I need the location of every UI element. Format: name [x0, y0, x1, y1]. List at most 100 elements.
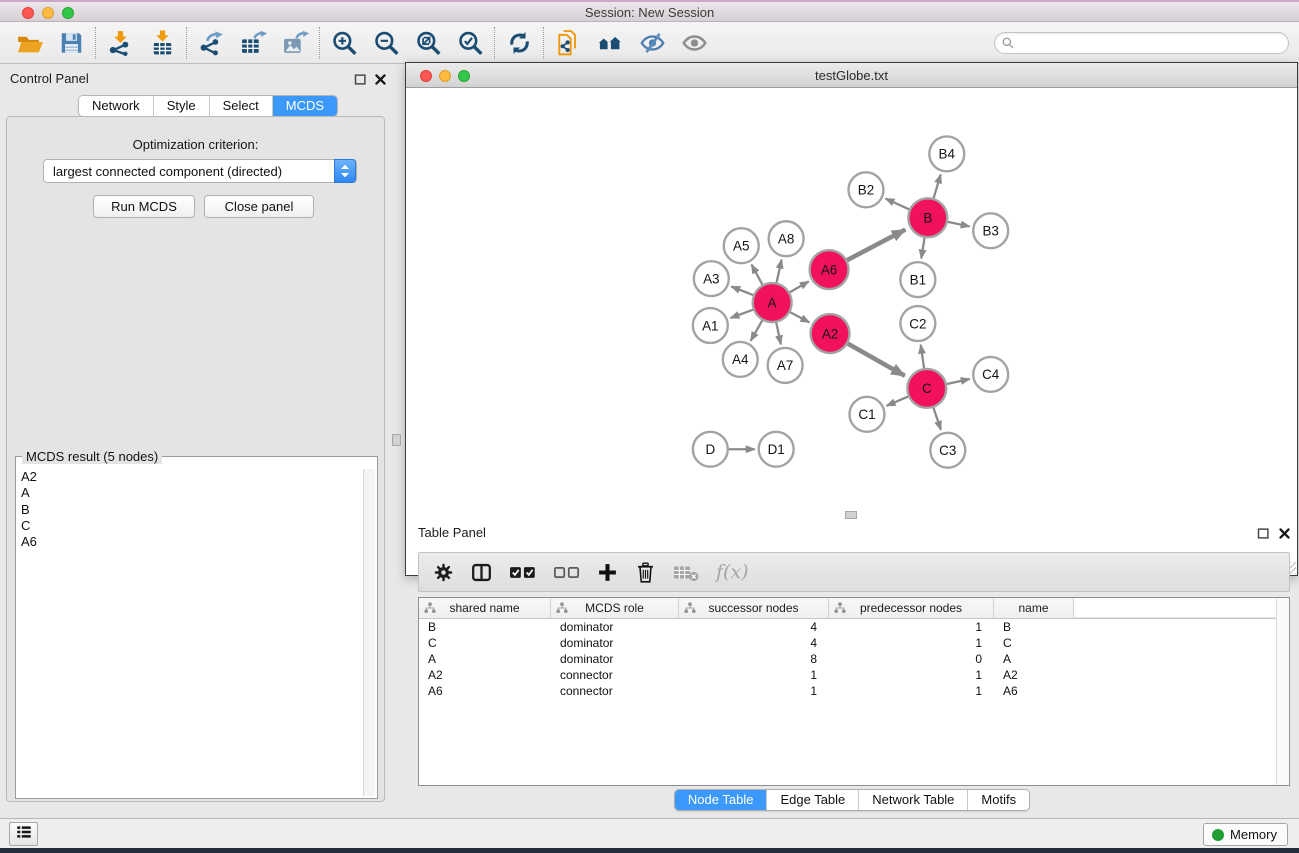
refresh-view-icon[interactable]: [498, 26, 540, 60]
graph-edge-A-A6[interactable]: [790, 281, 809, 292]
tab-node-table[interactable]: Node Table: [675, 790, 768, 810]
tab-select[interactable]: Select: [210, 96, 273, 116]
graph-edge-A6-B[interactable]: [847, 230, 905, 261]
export-network-icon[interactable]: [190, 26, 232, 60]
graph-node-A6[interactable]: A6: [810, 250, 849, 289]
select-all-checkboxes-icon[interactable]: [509, 559, 536, 585]
vertical-divider-handle[interactable]: [392, 434, 401, 446]
close-table-panel-icon[interactable]: [1277, 526, 1292, 541]
tab-motifs[interactable]: Motifs: [968, 790, 1029, 810]
zoom-fit-icon[interactable]: [407, 26, 449, 60]
cell-shared-name[interactable]: B: [419, 619, 551, 635]
tab-mcds[interactable]: MCDS: [273, 96, 337, 116]
result-item[interactable]: C: [18, 518, 361, 534]
graph-node-A8[interactable]: A8: [769, 221, 804, 256]
cell-successor-nodes[interactable]: 8: [679, 651, 829, 667]
graph-node-A5[interactable]: A5: [724, 228, 759, 263]
cell-successor-nodes[interactable]: 1: [679, 683, 829, 699]
graph-node-C4[interactable]: C4: [973, 357, 1008, 392]
cell-successor-nodes[interactable]: 4: [679, 635, 829, 651]
cell-successor-nodes[interactable]: 4: [679, 619, 829, 635]
graph-node-A1[interactable]: A1: [693, 308, 728, 343]
network-canvas[interactable]: AA1A2A3A4A5A6A7A8BB1B2B3B4CC1C2C3C4DD1: [406, 88, 1297, 575]
close-panel-icon[interactable]: [373, 72, 388, 87]
table-row[interactable]: A6connector11A6: [419, 683, 1289, 699]
result-item[interactable]: A6: [18, 534, 361, 550]
cell-MCDS-role[interactable]: connector: [551, 683, 679, 699]
cell-MCDS-role[interactable]: connector: [551, 667, 679, 683]
result-item[interactable]: B: [18, 502, 361, 518]
cell-name[interactable]: A2: [994, 667, 1074, 683]
graph-edge-B-B2[interactable]: [886, 199, 910, 210]
table-row[interactable]: Bdominator41B: [419, 619, 1289, 635]
graph-edge-C-C3[interactable]: [933, 408, 940, 430]
graph-edge-C-C4[interactable]: [947, 379, 970, 384]
column-header-shared-name[interactable]: shared name: [419, 598, 551, 618]
deselect-all-checkboxes-icon[interactable]: [553, 559, 580, 585]
graph-node-B[interactable]: B: [908, 198, 947, 237]
cell-successor-nodes[interactable]: 1: [679, 667, 829, 683]
hide-selected-icon[interactable]: [631, 26, 673, 60]
network-from-file-icon[interactable]: [547, 26, 589, 60]
tab-edge-table[interactable]: Edge Table: [767, 790, 859, 810]
graph-node-A[interactable]: A: [753, 283, 792, 322]
graph-node-A3[interactable]: A3: [694, 261, 729, 296]
cell-name[interactable]: C: [994, 635, 1074, 651]
export-image-icon[interactable]: [274, 26, 316, 60]
task-history-button[interactable]: [9, 822, 38, 846]
table-row[interactable]: A2connector11A2: [419, 667, 1289, 683]
open-file-icon[interactable]: [8, 26, 50, 60]
cell-predecessor-nodes[interactable]: 1: [829, 619, 994, 635]
graph-edge-A-A3[interactable]: [731, 287, 753, 296]
table-scrollbar[interactable]: [1276, 598, 1289, 785]
graph-node-D1[interactable]: D1: [759, 432, 794, 467]
show-all-icon[interactable]: [673, 26, 715, 60]
network-window-titlebar[interactable]: testGlobe.txt: [406, 63, 1297, 88]
add-column-icon[interactable]: [597, 559, 618, 585]
import-table-icon[interactable]: [141, 26, 183, 60]
column-header-MCDS-role[interactable]: MCDS role: [551, 598, 679, 618]
zoom-out-icon[interactable]: [365, 26, 407, 60]
graph-edge-A-A8[interactable]: [777, 260, 782, 283]
graph-edge-B-B3[interactable]: [948, 222, 970, 227]
graph-node-D[interactable]: D: [693, 432, 728, 467]
graph-edge-C-C1[interactable]: [887, 397, 908, 406]
result-item[interactable]: A: [18, 485, 361, 501]
cell-shared-name[interactable]: A: [419, 651, 551, 667]
graph-node-A2[interactable]: A2: [811, 314, 850, 353]
graph-edge-A-A1[interactable]: [730, 310, 753, 318]
column-header-successor-nodes[interactable]: successor nodes: [679, 598, 829, 618]
optimization-criterion-select[interactable]: largest connected component (directed): [43, 159, 357, 183]
close-panel-button[interactable]: Close panel: [204, 195, 314, 218]
graph-edge-B-B1[interactable]: [921, 238, 924, 259]
graph-node-B3[interactable]: B3: [973, 213, 1008, 248]
search-input[interactable]: [994, 32, 1289, 54]
export-table-icon[interactable]: [232, 26, 274, 60]
import-network-icon[interactable]: [99, 26, 141, 60]
graph-node-A4[interactable]: A4: [723, 342, 758, 377]
run-mcds-button[interactable]: Run MCDS: [93, 195, 195, 218]
cell-shared-name[interactable]: A6: [419, 683, 551, 699]
zoom-selected-icon[interactable]: [449, 26, 491, 60]
zoom-in-icon[interactable]: [323, 26, 365, 60]
graph-node-C1[interactable]: C1: [850, 397, 885, 432]
delete-column-icon[interactable]: [635, 559, 656, 585]
graph-edge-B-B4[interactable]: [934, 174, 941, 198]
cell-predecessor-nodes[interactable]: 1: [829, 635, 994, 651]
cell-MCDS-role[interactable]: dominator: [551, 635, 679, 651]
cell-name[interactable]: A: [994, 651, 1074, 667]
cell-shared-name[interactable]: C: [419, 635, 551, 651]
graph-node-B1[interactable]: B1: [900, 262, 935, 297]
cell-MCDS-role[interactable]: dominator: [551, 619, 679, 635]
table-row[interactable]: Cdominator41C: [419, 635, 1289, 651]
graph-node-C3[interactable]: C3: [930, 433, 965, 468]
graph-edge-C-C2[interactable]: [921, 345, 924, 368]
save-session-icon[interactable]: [50, 26, 92, 60]
graph-node-B4[interactable]: B4: [929, 136, 964, 171]
graph-edge-A-A2[interactable]: [790, 312, 809, 322]
graph-node-B2[interactable]: B2: [849, 172, 884, 207]
cell-name[interactable]: B: [994, 619, 1074, 635]
cell-predecessor-nodes[interactable]: 1: [829, 683, 994, 699]
tab-style[interactable]: Style: [154, 96, 210, 116]
tab-network[interactable]: Network: [79, 96, 154, 116]
